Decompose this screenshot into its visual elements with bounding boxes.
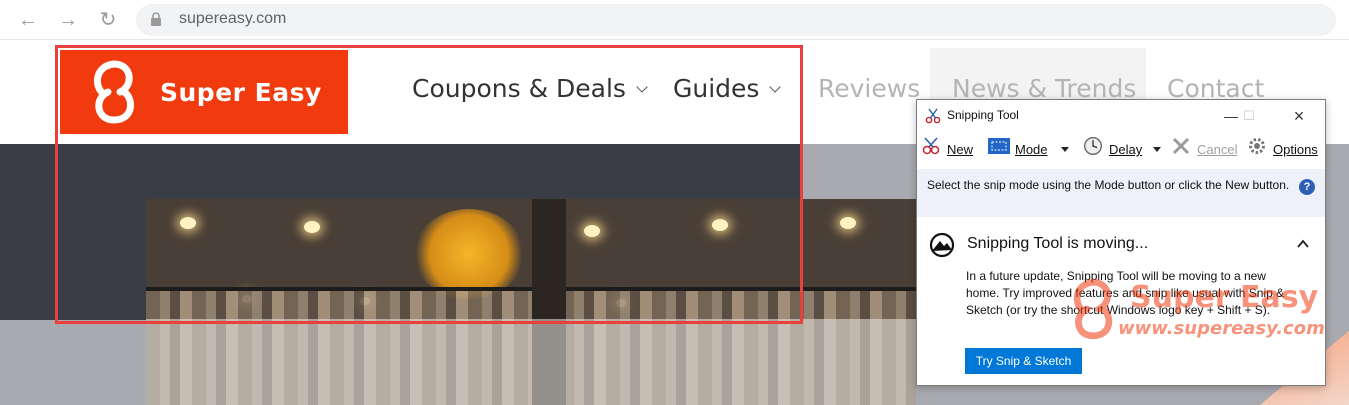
title-bar[interactable]: Snipping Tool — ☐ × bbox=[917, 100, 1325, 132]
help-icon[interactable]: ? bbox=[1299, 179, 1315, 195]
scissors-icon bbox=[925, 108, 941, 124]
maximize-icon: ☐ bbox=[1243, 108, 1255, 123]
cancel-button: Cancel bbox=[1197, 139, 1237, 161]
mode-button[interactable]: Mode bbox=[1015, 139, 1048, 161]
watermark-logo-icon bbox=[1073, 278, 1113, 340]
back-arrow-icon[interactable]: ← bbox=[16, 8, 40, 32]
mode-dropdown-arrow-icon[interactable] bbox=[1061, 147, 1069, 152]
cancel-x-icon bbox=[1172, 137, 1190, 155]
url-text[interactable]: supereasy.com bbox=[179, 10, 286, 28]
forward-arrow-icon[interactable]: → bbox=[56, 8, 80, 32]
mode-icon bbox=[988, 138, 1010, 154]
delay-button[interactable]: Delay bbox=[1109, 139, 1142, 161]
cancel-label: Cancel bbox=[1197, 142, 1238, 157]
lock-icon[interactable] bbox=[150, 12, 162, 26]
gear-icon bbox=[1249, 138, 1265, 154]
watermark-title: Super Easy bbox=[1130, 280, 1319, 315]
nav-reviews[interactable]: Reviews bbox=[818, 74, 920, 103]
watermark: Super Easy www.supereasy.com bbox=[1070, 270, 1340, 350]
reload-icon[interactable]: ↻ bbox=[96, 8, 120, 32]
snip-selection-outline bbox=[55, 45, 803, 324]
clock-icon bbox=[1084, 137, 1102, 155]
delay-dropdown-arrow-icon[interactable] bbox=[1153, 147, 1161, 152]
new-label: New bbox=[947, 142, 974, 157]
options-label: Options bbox=[1273, 142, 1318, 157]
mode-label: Mode bbox=[1015, 142, 1048, 157]
hint-text: Select the snip mode using the Mode butt… bbox=[927, 178, 1290, 192]
notice-title: Snipping Tool is moving... bbox=[967, 235, 1149, 252]
options-button[interactable]: Options bbox=[1273, 139, 1318, 161]
snip-sketch-icon bbox=[929, 232, 955, 258]
try-snip-sketch-button[interactable]: Try Snip & Sketch bbox=[965, 348, 1082, 374]
window-title: Snipping Tool bbox=[947, 108, 1019, 122]
hint-bar: Select the snip mode using the Mode butt… bbox=[917, 169, 1325, 217]
new-snip-icon bbox=[922, 137, 940, 155]
address-bar[interactable] bbox=[136, 4, 1336, 36]
delay-label: Delay bbox=[1109, 142, 1143, 157]
watermark-url: www.supereasy.com bbox=[1118, 318, 1325, 339]
close-icon[interactable]: × bbox=[1283, 104, 1315, 128]
browser-toolbar: ← → ↻ supereasy.com bbox=[0, 0, 1349, 40]
chevron-up-icon[interactable] bbox=[1297, 238, 1309, 250]
new-button[interactable]: New bbox=[947, 139, 973, 161]
